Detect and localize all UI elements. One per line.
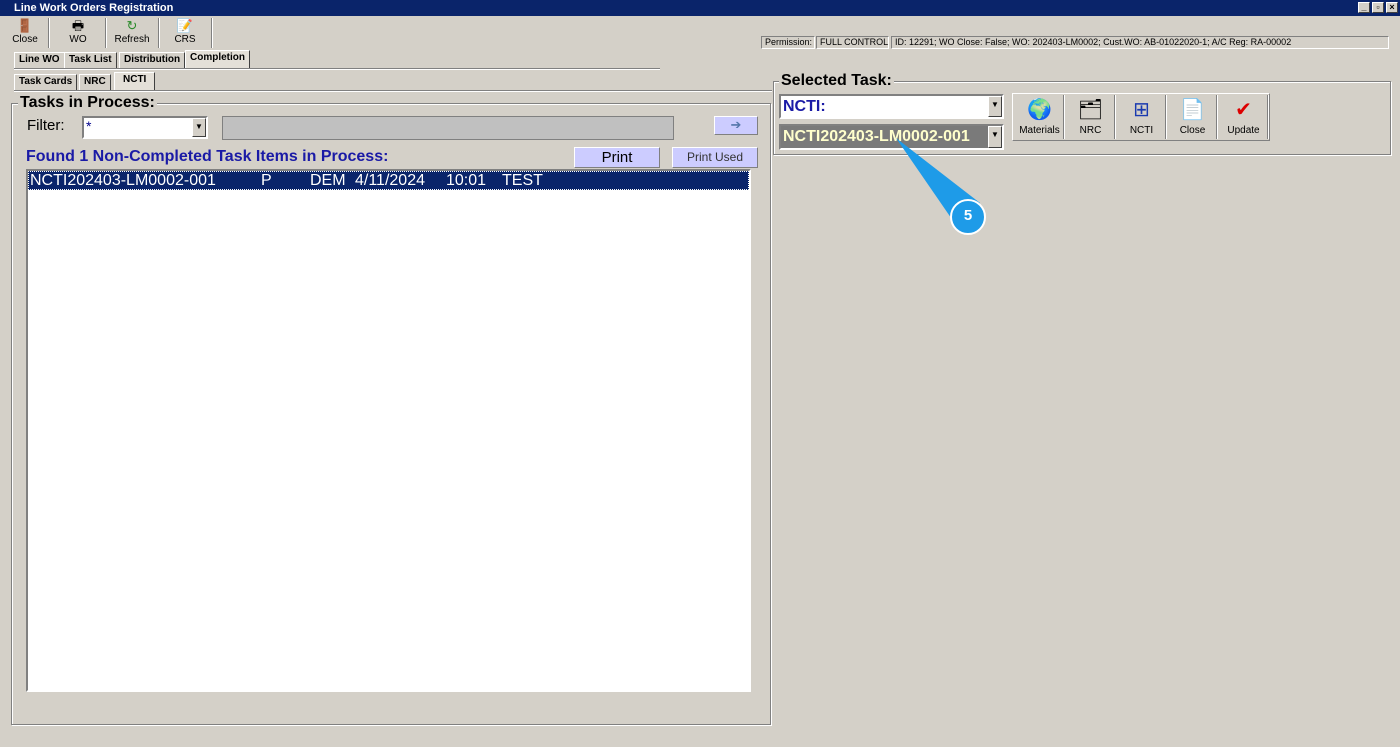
task-date: 4/11/2024 — [355, 172, 425, 189]
tab-line-wo[interactable]: Line WO — [14, 52, 65, 68]
filter-text-box[interactable] — [222, 116, 674, 140]
update-button[interactable]: ✔ Update — [1219, 95, 1269, 139]
wo-info: ID: 12291; WO Close: False; WO: 202403-L… — [891, 36, 1389, 49]
separator — [211, 18, 213, 48]
task-status: P — [261, 172, 272, 189]
subtab-task-cards[interactable]: Task Cards — [14, 74, 78, 90]
subtab-nrc[interactable]: NRC — [79, 74, 111, 90]
permission-value: FULL CONTROL — [816, 36, 889, 49]
chevron-down-icon[interactable]: ▼ — [192, 118, 206, 137]
ncti-window-icon: ⊞ — [1133, 99, 1150, 121]
label: Close — [1179, 125, 1206, 136]
filter-value: * — [86, 118, 92, 134]
label: CRS — [174, 34, 196, 45]
ncti-button[interactable]: ⊞ NCTI — [1117, 95, 1167, 139]
task-user: DEM — [310, 172, 346, 189]
filter-label: Filter: — [27, 117, 65, 134]
tab-task-list[interactable]: Task List — [64, 52, 117, 68]
label: Close — [12, 34, 38, 45]
list-item[interactable]: NCTI202403-LM0002-001 P DEM 4/11/2024 10… — [28, 171, 749, 190]
subtab-baseline — [14, 90, 772, 92]
title-bar: Line Work Orders Registration — [0, 0, 1400, 16]
task-time: 10:01 — [446, 172, 487, 189]
tasks-list[interactable]: NCTI202403-LM0002-001 P DEM 4/11/2024 10… — [26, 169, 751, 692]
found-count-text: Found 1 Non-Completed Task Items in Proc… — [26, 148, 389, 165]
materials-button[interactable]: 🌍 Materials — [1015, 95, 1065, 139]
restore-button[interactable]: ▫ — [1372, 2, 1384, 13]
nrc-button[interactable]: 🗂 NRC — [1066, 95, 1116, 139]
separator — [105, 18, 107, 48]
toolbar-close-button[interactable]: 🚪 Close — [5, 18, 45, 48]
close-task-button[interactable]: 📄 Close — [1168, 95, 1218, 139]
selected-task-title: Selected Task: — [779, 72, 894, 89]
materials-globe-icon: 🌍 — [1027, 99, 1052, 121]
label: NCTI — [1129, 125, 1154, 136]
exit-door-icon: 🚪 — [16, 18, 34, 33]
tab-distribution[interactable]: Distribution — [119, 52, 186, 68]
task-type-value: NCTI: — [783, 98, 826, 115]
label: Refresh — [114, 34, 150, 45]
close-window-button[interactable]: × — [1386, 2, 1398, 13]
window-title: Line Work Orders Registration — [14, 2, 174, 14]
arrow-right-icon: ➔ — [730, 117, 742, 132]
task-type-combo[interactable]: NCTI: ▼ — [779, 94, 1004, 119]
certificate-icon: 📝 — [176, 18, 194, 33]
print-button[interactable]: Print — [574, 147, 660, 168]
label: Materials — [1019, 125, 1060, 136]
close-doc-icon: 📄 — [1180, 99, 1205, 121]
subtab-ncti[interactable]: NCTI — [114, 72, 156, 90]
print-used-button[interactable]: Print Used — [672, 147, 758, 168]
tab-completion[interactable]: Completion — [185, 50, 250, 68]
tasks-title: Tasks in Process: — [18, 94, 157, 111]
apply-filter-button[interactable]: ➔ — [714, 116, 758, 135]
toolbar-refresh-button[interactable]: ↻ Refresh — [112, 18, 152, 48]
task-id: NCTI202403-LM0002-001 — [30, 172, 216, 189]
printer-icon: 🖶 — [71, 18, 85, 33]
clipboard-check-icon: ✔ — [1235, 99, 1252, 121]
label: Update — [1227, 125, 1260, 136]
separator — [158, 18, 160, 48]
callout-number: 5 — [963, 207, 973, 224]
toolbar-crs-button[interactable]: 📝 CRS — [165, 18, 205, 48]
label: WO — [69, 34, 87, 45]
refresh-icon: ↻ — [126, 18, 138, 33]
filter-combo[interactable]: * ▼ — [82, 116, 208, 139]
separator — [48, 18, 50, 48]
tab-baseline — [14, 68, 660, 70]
chevron-down-icon[interactable]: ▼ — [988, 96, 1002, 117]
toolbar-wo-button[interactable]: 🖶 WO — [58, 18, 98, 48]
folder-docs-icon: 🗂 — [1077, 99, 1104, 121]
label: NRC — [1079, 125, 1102, 136]
minimize-button[interactable]: _ — [1358, 2, 1370, 13]
task-note: TEST — [502, 172, 543, 189]
permission-label: Permission: — [761, 36, 815, 49]
